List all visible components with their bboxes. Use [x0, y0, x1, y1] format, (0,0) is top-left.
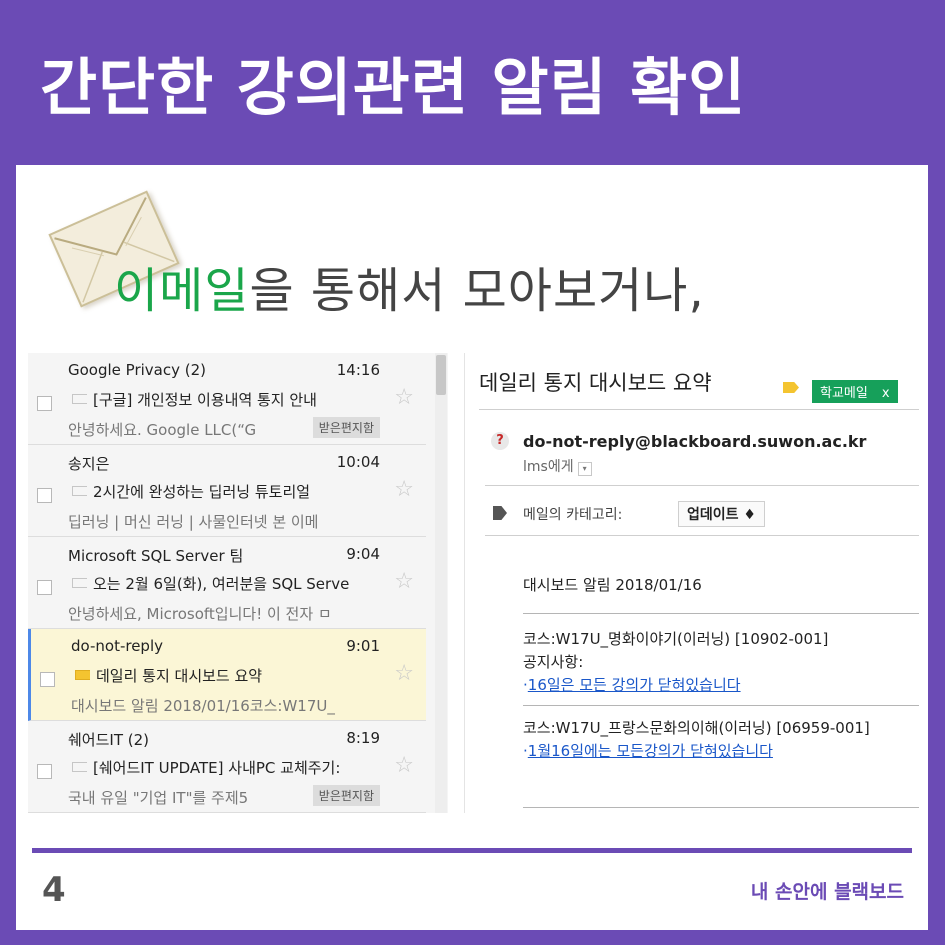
divider	[479, 409, 919, 410]
recipient-line: lms에게 ▾	[523, 456, 592, 476]
subject: [구글] 개인정보 이용내역 통지 안내	[72, 389, 372, 410]
tag-icon	[493, 506, 507, 520]
scrollbar-thumb[interactable]	[436, 355, 446, 395]
importance-tag-icon[interactable]	[75, 670, 90, 680]
time: 8:19	[346, 729, 380, 747]
notice-link-text[interactable]: 16일은 모든 강의가 닫혀있습니다	[528, 676, 741, 694]
select-checkbox[interactable]	[37, 764, 52, 779]
subject-text: 오는 2월 6일(화), 여러분을 SQL Serve	[93, 575, 350, 593]
subject: 2시간에 완성하는 딥러닝 튜토리얼	[72, 481, 372, 502]
recipient-details-button[interactable]: ▾	[577, 462, 592, 476]
star-icon[interactable]: ☆	[394, 479, 414, 501]
notice-heading: 공지사항:	[523, 653, 584, 671]
recipient-text: lms에게	[523, 459, 574, 475]
intro-line: 이메일을 통해서 모아보거나,	[114, 257, 705, 325]
notice-link[interactable]: ·16일은 모든 강의가 닫혀있습니다	[523, 674, 741, 695]
sender: do-not-reply	[71, 637, 163, 655]
inbox-label[interactable]: 받은편지함	[312, 785, 380, 806]
inbox-list: Google Privacy (2) 14:16 [구글] 개인정보 이용내역 …	[28, 353, 448, 813]
importance-tag-icon[interactable]	[72, 762, 87, 772]
inbox-scrollbar[interactable]	[435, 353, 447, 813]
snippet: 대시보드 알림 2018/01/16코스:W17U_	[71, 697, 335, 715]
subject-text: [쉐어드IT UPDATE] 사내PC 교체주기:	[93, 759, 341, 777]
importance-tag-icon[interactable]	[783, 382, 799, 393]
school-label-chip[interactable]: 학교메일 x	[812, 380, 898, 403]
content-card: 이메일을 통해서 모아보거나, Google Privacy (2) 14:16…	[16, 165, 928, 930]
slide-page: 간단한 강의관련 알림 확인 이메일을 통해서 모아보거나, Google Pr…	[0, 0, 945, 945]
list-item[interactable]: 쉐어드IT (2) 8:19 [쉐어드IT UPDATE] 사내PC 교체주기:…	[28, 721, 426, 813]
select-checkbox[interactable]	[37, 488, 52, 503]
subject: 데일리 통지 대시보드 요약	[75, 665, 375, 686]
importance-tag-icon[interactable]	[72, 394, 87, 404]
star-icon[interactable]: ☆	[394, 755, 414, 777]
sender: 쉐어드IT (2)	[68, 731, 150, 749]
notice-link[interactable]: ·1월16일에는 모든강의가 닫혀있습니다	[523, 740, 773, 761]
divider	[523, 613, 919, 614]
subject: 오는 2월 6일(화), 여러분을 SQL Serve	[72, 573, 372, 594]
divider	[523, 807, 919, 808]
subject-text: [구글] 개인정보 이용내역 통지 안내	[93, 391, 317, 409]
select-checkbox[interactable]	[37, 580, 52, 595]
select-checkbox[interactable]	[37, 396, 52, 411]
time: 9:01	[346, 637, 380, 655]
sender-address: do-not-reply@blackboard.suwon.ac.kr	[523, 432, 867, 451]
time: 14:16	[336, 361, 380, 379]
sender: Google Privacy (2)	[68, 361, 206, 379]
sender: 송지은	[68, 455, 110, 473]
time: 10:04	[336, 453, 380, 471]
question-icon: ?	[491, 432, 509, 450]
star-icon[interactable]: ☆	[394, 663, 414, 685]
divider	[523, 705, 919, 706]
notice-link-text[interactable]: 1월16일에는 모든강의가 닫혀있습니다	[528, 742, 773, 760]
importance-tag-icon[interactable]	[72, 578, 87, 588]
page-title: 간단한 강의관련 알림 확인	[40, 51, 747, 124]
sender: Microsoft SQL Server 팀	[68, 547, 244, 565]
divider	[485, 535, 919, 536]
list-item-selected[interactable]: do-not-reply 9:01 데일리 통지 대시보드 요약 대시보드 알림…	[28, 629, 426, 721]
reading-pane: 데일리 통지 대시보드 요약 학교메일 x ? do-not-reply@blac…	[464, 353, 919, 813]
course-name: 코스:W17U_프랑스문화의이해(이러닝) [06959-001]	[523, 719, 870, 737]
list-item[interactable]: Microsoft SQL Server 팀 9:04 오는 2월 6일(화),…	[28, 537, 426, 629]
star-icon[interactable]: ☆	[394, 571, 414, 593]
course-name: 코스:W17U_명화이야기(이러닝) [10902-001]	[523, 630, 829, 648]
time: 9:04	[346, 545, 380, 563]
page-number: 4	[42, 870, 66, 910]
category-label: 메일의 카테고리:	[523, 507, 623, 523]
brand-tagline: 내 손안에 블랙보드	[750, 881, 904, 903]
star-icon[interactable]: ☆	[394, 387, 414, 409]
snippet: 딥러닝 | 머신 러닝 | 사물인터넷 본 이메	[68, 513, 319, 531]
dashboard-heading: 대시보드 알림 2018/01/16	[523, 576, 702, 594]
subject-text: 2시간에 완성하는 딥러닝 튜토리얼	[93, 483, 311, 501]
intro-accent: 이메일	[114, 263, 250, 319]
snippet: 안녕하세요, Microsoft입니다! 이 전자 ㅁ	[68, 605, 332, 623]
footer-divider	[32, 848, 912, 853]
inbox-label[interactable]: 받은편지함	[312, 417, 380, 438]
school-label-text: 학교메일	[820, 386, 868, 401]
subject: [쉐어드IT UPDATE] 사내PC 교체주기:	[72, 757, 372, 778]
list-item[interactable]: Google Privacy (2) 14:16 [구글] 개인정보 이용내역 …	[28, 353, 426, 445]
divider	[485, 485, 919, 486]
select-checkbox[interactable]	[40, 672, 55, 687]
list-item[interactable]: 송지은 10:04 2시간에 완성하는 딥러닝 튜토리얼 딥러닝 | 머신 러닝…	[28, 445, 426, 537]
importance-tag-icon[interactable]	[72, 486, 87, 496]
remove-label-button[interactable]: x	[882, 386, 890, 401]
intro-rest: 을 통해서 모아보거나,	[249, 263, 705, 319]
subject-text: 데일리 통지 대시보드 요약	[96, 667, 263, 685]
category-select[interactable]: 업데이트 ♦	[678, 501, 765, 527]
mail-subject: 데일리 통지 대시보드 요약	[479, 371, 712, 395]
